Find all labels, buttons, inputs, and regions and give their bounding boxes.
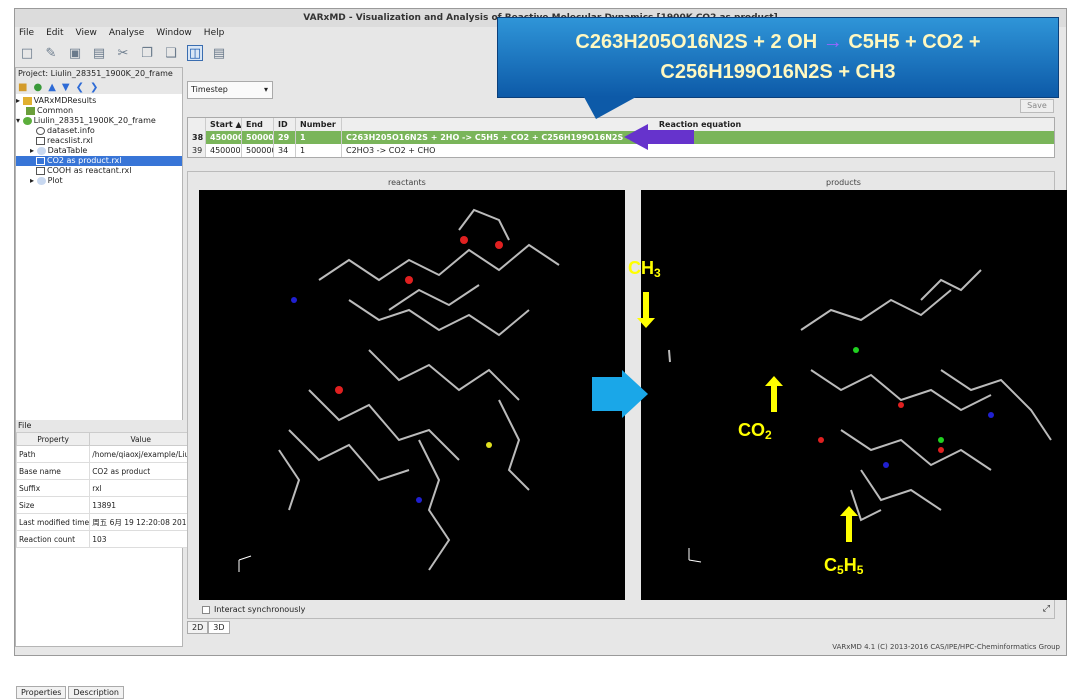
tab-3d[interactable]: 3D [208,621,230,634]
table-row: Size 13891 [15,496,193,514]
reactant-molecule [238,208,560,572]
table-row[interactable]: 39 450000 500000 34 1 C2HO3 -> CO2 + CHO [188,144,1054,157]
table-header: Start ▲ End ID Number Reaction equation [188,118,1054,131]
up-icon[interactable]: ▲ [48,82,56,93]
paste-icon[interactable]: ❑ [163,45,179,61]
tree-item[interactable]: Common [16,106,182,116]
table-row: Reaction count 103 [15,530,193,548]
tree-item[interactable]: ▸ VARxMDResults [16,96,182,106]
project-label: Project: Liulin_28351_1900K_20_frame [16,68,182,80]
copy-icon[interactable]: ❐ [139,45,155,61]
tree-item[interactable]: ▸ DataTable [16,146,182,156]
ch3-label: CH3 [628,258,661,280]
main-toolbar: □ ✎ ▣ ▤ ✂ ❐ ❑ ◫ ▤ [15,41,227,65]
tree-item[interactable]: dataset.info [16,126,182,136]
save-all-icon[interactable]: ▤ [91,45,107,61]
callout-arrow-icon: → [822,31,843,53]
tree-item-selected[interactable]: CO2 as product.rxl [16,156,182,166]
fullscreen-icon[interactable]: ⤢ [1043,604,1050,614]
product-molecule [668,269,1052,563]
timestep-select[interactable]: Timestep ▾ [187,81,273,99]
table-row: Base name CO2 as product [15,462,193,480]
file-header: File [16,420,184,432]
reactants-label: reactants [388,178,426,187]
tab-description[interactable]: Description [68,686,124,699]
menu-file[interactable]: File [19,25,34,41]
callout-line1-right: C5H5 + CO2 + [848,31,981,53]
chevron-down-icon: ▾ [263,85,268,94]
save-icon[interactable]: ▣ [67,45,83,61]
cut-icon[interactable]: ✂ [115,45,131,61]
ch3-arrow [637,292,655,328]
new-file-icon[interactable]: □ [19,45,35,61]
save-button[interactable]: Save [1020,99,1054,113]
menu-edit[interactable]: Edit [46,25,63,41]
c5h5-label: C5H5 [824,555,864,577]
callout-tail [584,97,636,119]
menu-view[interactable]: View [76,25,97,41]
table-row: Path/home/qiaoxj/example/Liu [15,445,193,463]
down-icon[interactable]: ▼ [62,82,70,93]
checkbox-icon[interactable] [202,605,210,614]
purple-pointer-head [624,124,648,150]
reactants-canvas[interactable] [199,190,625,600]
forward-icon[interactable]: ❯ [90,82,98,93]
properties-table: Property Value Path/home/qiaoxj/example/L… [15,432,193,548]
callout-line2: C256H199O16N2S + CH3 [660,61,896,83]
add-icon[interactable]: ● [33,82,42,93]
reaction-arrow-head [622,370,648,418]
project-toolbar: ■ ● ▲ ▼ ❮ ❯ [16,80,182,94]
products-label: products [826,178,861,187]
back-icon[interactable]: ❮ [76,82,84,93]
purple-pointer-arrow [648,130,694,144]
left-tabs: Properties Description [16,686,124,699]
project-tree: ▸ VARxMDResults Common ▾ Liulin_28351_19… [16,94,182,186]
tab-properties[interactable]: Properties [16,686,67,699]
table-row: Suffix rxl [15,479,193,497]
tab-2d[interactable]: 2D [187,621,209,634]
project-panel: Project: Liulin_28351_1900K_20_frame ■ ●… [15,67,193,699]
tree-item[interactable]: reacslist.rxl [16,136,182,146]
callout-line1-left: C263H205O16N2S + 2 OH [575,31,818,53]
co2-label: CO2 [738,420,772,442]
menu-help[interactable]: Help [204,25,225,41]
tree-item[interactable]: COOH as reactant.rxl [16,166,182,176]
tree-item[interactable]: ▾ Liulin_28351_1900K_20_frame [16,116,182,126]
status-bar: VARxMD 4.1 (C) 2013-2016 CAS/IPE/HPC-Che… [832,643,1060,651]
molecule-viewer: reactants products Interact synchronousl… [187,171,1067,619]
menu-window[interactable]: Window [156,25,192,41]
view-mode-tabs: 2D 3D [187,621,230,634]
open-folder-icon[interactable]: ✎ [43,45,59,61]
reaction-callout: C263H205O16N2S + 2 OH → C5H5 + CO2 + C25… [497,17,1059,98]
c5h5-arrow [840,506,858,542]
home-icon[interactable]: ■ [18,82,27,93]
menu-bar: File Edit View Analyse Window Help [15,25,224,41]
reaction-arrow [592,377,622,411]
tree-item[interactable]: ▸ Plot [16,176,182,186]
products-canvas[interactable] [641,190,1067,600]
menu-analyse[interactable]: Analyse [109,25,144,41]
table-row-selected[interactable]: 38 450000 500000 29 1 C263H205O16N2S + 2… [188,131,1054,144]
split-view-icon[interactable]: ◫ [187,45,203,61]
file-properties: File Property Value Path/home/qiaoxj/exam… [15,420,193,548]
sync-checkbox[interactable]: Interact synchronously [202,605,305,614]
reaction-table: Start ▲ End ID Number Reaction equation … [187,117,1055,158]
co2-arrow [765,376,783,412]
layout-icon[interactable]: ▤ [211,45,227,61]
table-row: Last modified time 周五 6月 19 12:20:08 2015 [15,513,193,531]
main-window: VARxMD - Visualization and Analysis of R… [14,8,1067,699]
